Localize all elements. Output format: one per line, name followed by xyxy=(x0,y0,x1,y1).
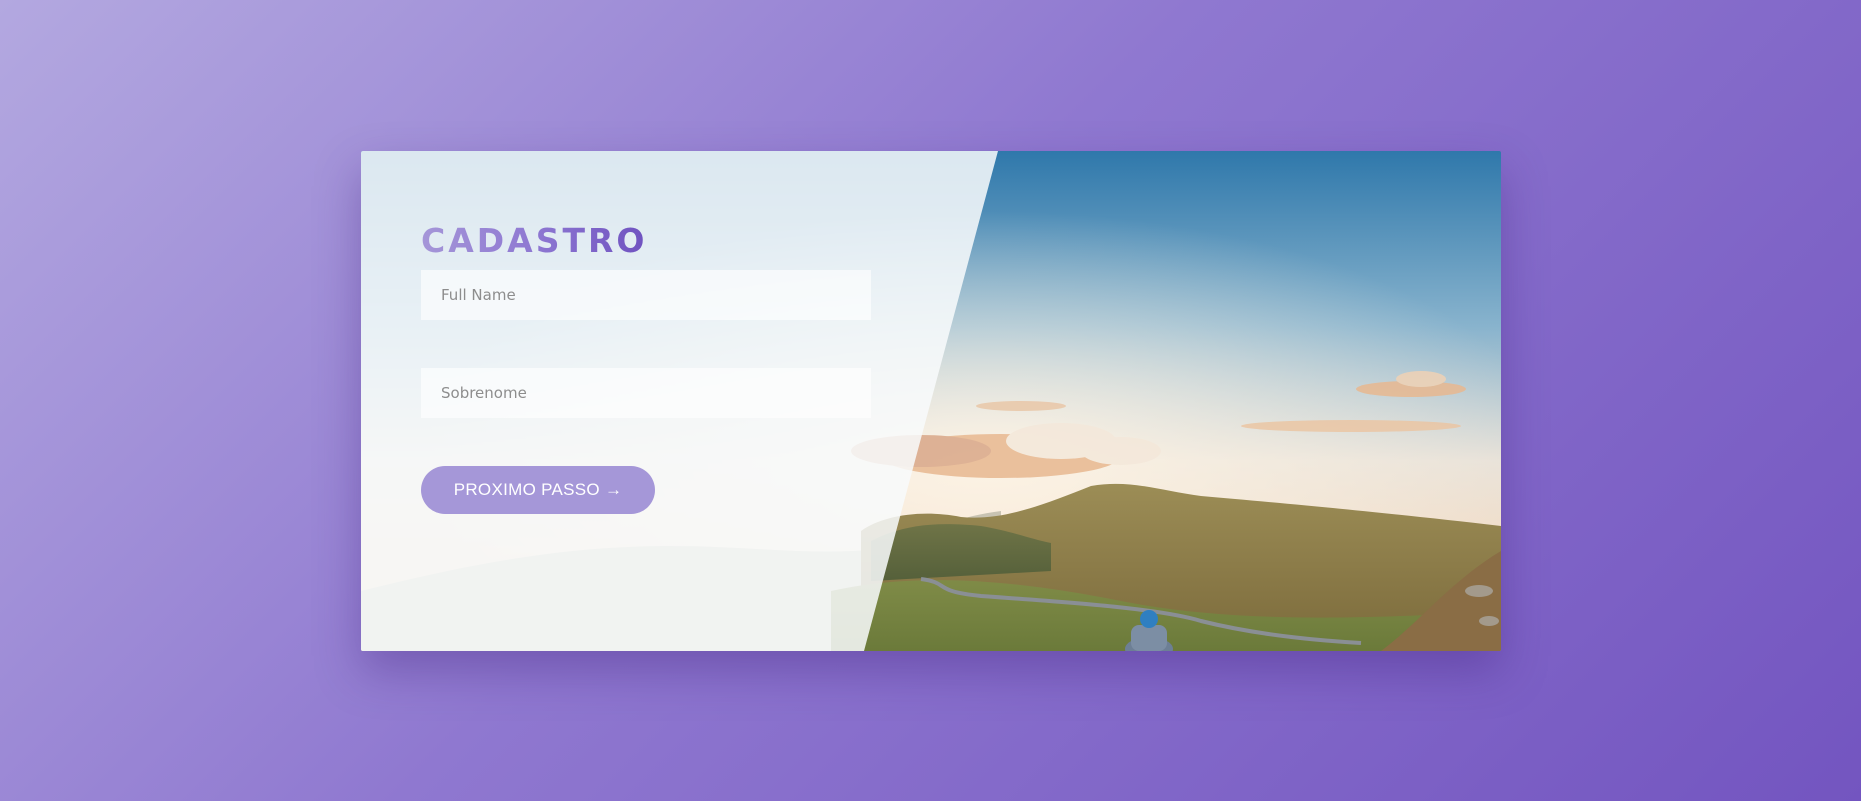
last-name-input[interactable] xyxy=(421,368,871,418)
next-step-button[interactable]: PROXIMO PASSO → xyxy=(421,466,655,514)
signup-card: CADASTRO PROXIMO PASSO → xyxy=(361,151,1501,651)
full-name-input[interactable] xyxy=(421,270,871,320)
page-title: CADASTRO xyxy=(421,221,648,260)
